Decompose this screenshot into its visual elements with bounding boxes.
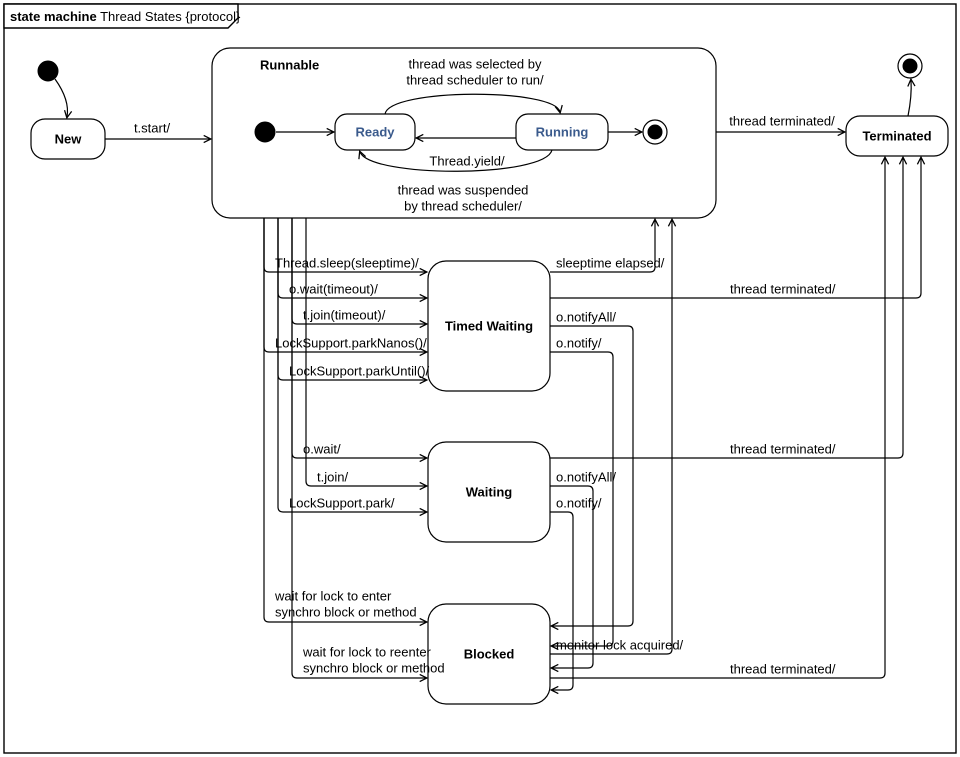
- state-new-label: New: [55, 132, 83, 147]
- tw-in-4: LockSupport.parkUntil()/: [289, 364, 430, 379]
- state-running-label: Running: [536, 125, 589, 140]
- blk-reenter-l1: wait for lock to reenter: [302, 645, 432, 660]
- w-notify: o.notify/: [556, 496, 602, 511]
- tw-in-2: t.join(timeout)/: [303, 308, 386, 323]
- tw-notifyall: o.notifyAll/: [556, 310, 616, 325]
- blk-enter-l2: synchro block or method: [275, 605, 417, 620]
- w-terminated: thread terminated/: [730, 442, 836, 457]
- tw-sleeptime: sleeptime elapsed/: [556, 256, 665, 271]
- state-waiting-label: Waiting: [466, 485, 513, 500]
- state-runnable-label: Runnable: [260, 58, 319, 73]
- state-blocked-label: Blocked: [464, 647, 515, 662]
- tw-terminated: thread terminated/: [730, 282, 836, 297]
- transition-yield: Thread.yield/: [429, 154, 505, 169]
- state-terminated-label: Terminated: [862, 129, 931, 144]
- tw-in-1: o.wait(timeout)/: [289, 282, 378, 297]
- transition-selected-l1: thread was selected by: [409, 57, 542, 72]
- transition-runnable-terminated: thread terminated/: [729, 114, 835, 129]
- tw-in-3: LockSupport.parkNanos()/: [275, 336, 427, 351]
- transition-suspend-l2: by thread scheduler/: [404, 199, 522, 214]
- transition-start: t.start/: [134, 121, 171, 136]
- diagram-title: state machine Thread States {protocol}: [10, 9, 241, 24]
- tw-notify: o.notify/: [556, 336, 602, 351]
- blk-reenter-l2: synchro block or method: [303, 661, 445, 676]
- tw-in-0: Thread.sleep(sleeptime)/: [275, 256, 419, 271]
- w-in-0: o.wait/: [303, 442, 341, 457]
- w-in-2: LockSupport.park/: [289, 496, 395, 511]
- blk-lock: monitor lock acquired/: [556, 638, 684, 653]
- w-notifyall: o.notifyAll/: [556, 470, 616, 485]
- initial-node-runnable: [255, 122, 275, 142]
- state-ready-label: Ready: [355, 125, 395, 140]
- blk-terminated: thread terminated/: [730, 662, 836, 677]
- initial-node-new: [38, 61, 58, 81]
- w-in-1: t.join/: [317, 470, 348, 485]
- transition-suspend-l1: thread was suspended: [398, 183, 529, 198]
- state-diagram: state machine Thread States {protocol} N…: [0, 0, 960, 757]
- state-timed-waiting-label: Timed Waiting: [445, 319, 533, 334]
- transition-selected-l2: thread scheduler to run/: [406, 73, 544, 88]
